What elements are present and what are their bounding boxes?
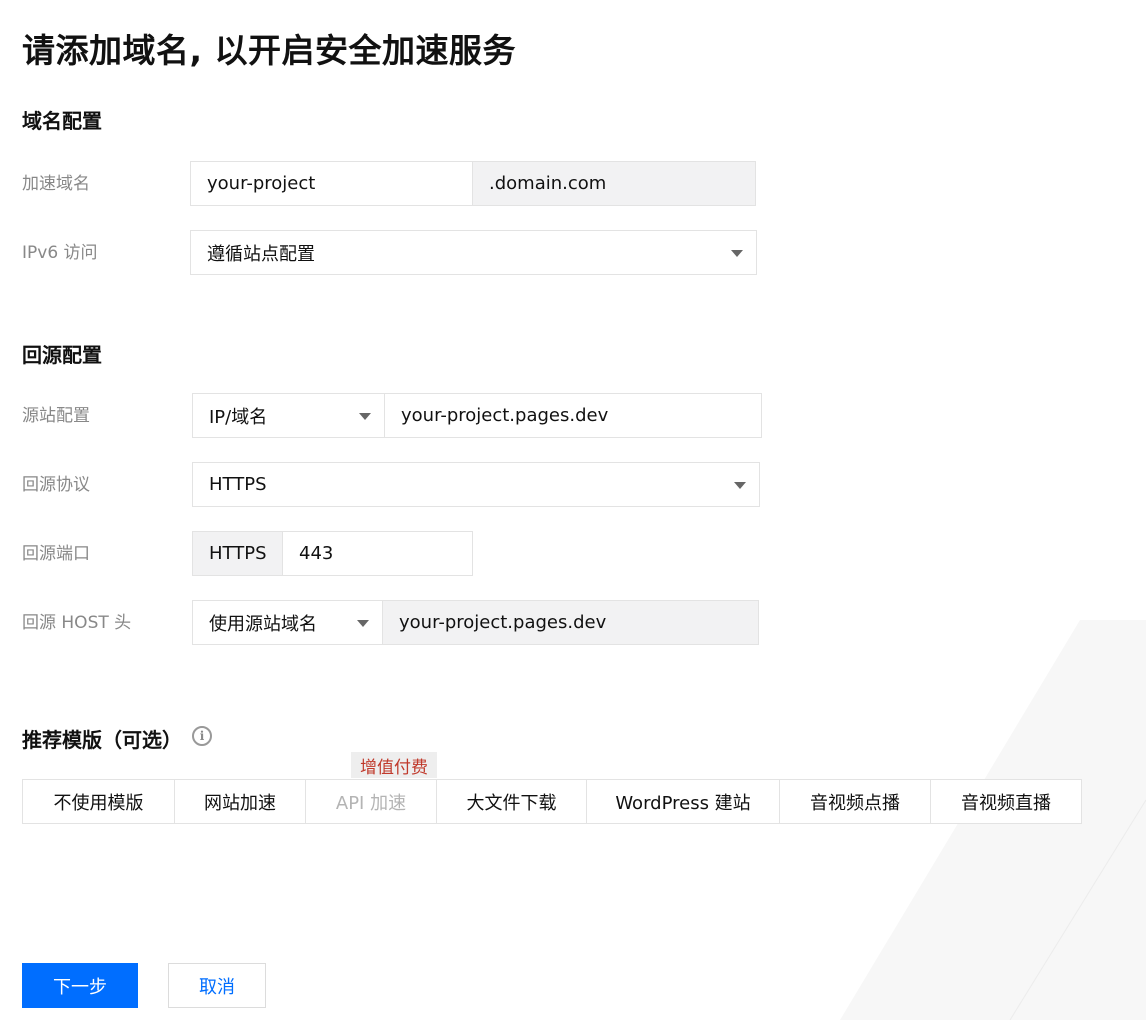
ipv6-select[interactable]: 遵循站点配置 bbox=[190, 230, 757, 275]
port-prefix: HTTPS bbox=[192, 531, 283, 576]
host-mode-select[interactable]: 使用源站域名 bbox=[192, 600, 383, 645]
template-live[interactable]: 音视频直播 bbox=[930, 779, 1082, 824]
ipv6-select-value: 遵循站点配置 bbox=[207, 243, 315, 265]
origin-label: 源站配置 bbox=[22, 406, 90, 426]
template-wordpress[interactable]: WordPress 建站 bbox=[586, 779, 780, 824]
page-title: 请添加域名, 以开启安全加速服务 bbox=[22, 31, 517, 70]
origin-config-heading: 回源配置 bbox=[22, 343, 102, 367]
info-circle-icon[interactable]: i bbox=[192, 726, 212, 746]
port-label: 回源端口 bbox=[22, 544, 90, 564]
paid-tag: 增值付费 bbox=[351, 752, 437, 778]
accel-domain-input[interactable]: your-project bbox=[190, 161, 473, 206]
template-none[interactable]: 不使用模版 bbox=[22, 779, 175, 824]
template-vod[interactable]: 音视频点播 bbox=[779, 779, 931, 824]
host-header-label: 回源 HOST 头 bbox=[22, 613, 132, 633]
ipv6-label: IPv6 访问 bbox=[22, 243, 98, 263]
caret-down-icon bbox=[734, 482, 746, 489]
domain-suffix: .domain.com bbox=[472, 161, 756, 206]
protocol-select[interactable]: HTTPS bbox=[192, 462, 760, 507]
template-api-accel[interactable]: API 加速 bbox=[305, 779, 437, 824]
domain-config-heading: 域名配置 bbox=[22, 109, 102, 133]
template-website-accel[interactable]: 网站加速 bbox=[174, 779, 306, 824]
templates-heading: 推荐模版（可选） bbox=[22, 728, 182, 752]
protocol-label: 回源协议 bbox=[22, 475, 90, 495]
next-button[interactable]: 下一步 bbox=[22, 963, 138, 1008]
origin-type-value: IP/域名 bbox=[209, 406, 268, 428]
caret-down-icon bbox=[359, 413, 371, 420]
caret-down-icon bbox=[731, 250, 743, 257]
caret-down-icon bbox=[357, 620, 369, 627]
accel-domain-label: 加速域名 bbox=[22, 174, 90, 194]
origin-type-select[interactable]: IP/域名 bbox=[192, 393, 385, 438]
background-decoration bbox=[840, 620, 1146, 1020]
host-header-value: your-project.pages.dev bbox=[382, 600, 759, 645]
cancel-button[interactable]: 取消 bbox=[168, 963, 266, 1008]
origin-address-input[interactable]: your-project.pages.dev bbox=[384, 393, 762, 438]
port-input[interactable]: 443 bbox=[282, 531, 473, 576]
template-large-file[interactable]: 大文件下载 bbox=[436, 779, 587, 824]
host-mode-value: 使用源站域名 bbox=[209, 613, 317, 635]
protocol-select-value: HTTPS bbox=[209, 474, 267, 495]
